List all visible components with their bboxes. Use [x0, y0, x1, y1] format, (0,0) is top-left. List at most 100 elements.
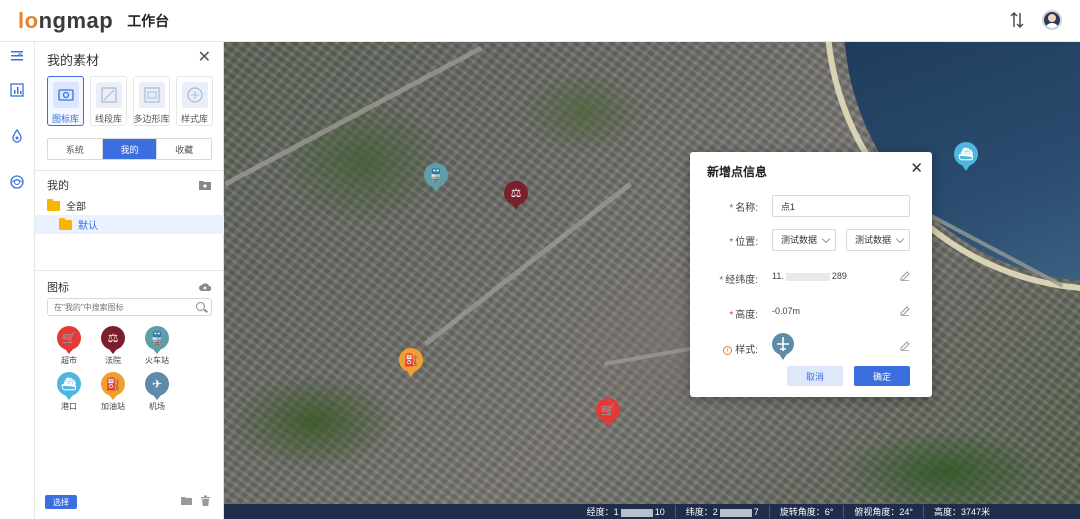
shopping-cart-icon: 🛒 [57, 326, 81, 354]
longmap-logo[interactable]: lo ngmap [18, 8, 113, 34]
add-point-dialog: 新增点信息 ✕ *名称: *位置: 测试数据 测试数据 *经纬度: 11.289… [690, 152, 932, 397]
layers-menu-icon[interactable] [9, 48, 25, 64]
lnglat-value: 11. 289 [772, 271, 847, 281]
gas-pump-icon: ⛽ [101, 372, 125, 400]
trash-icon[interactable] [200, 495, 211, 506]
icon-item-port[interactable]: ⛴ 港口 [47, 372, 91, 412]
globe-icon[interactable] [9, 174, 25, 190]
icon-item-train-station[interactable]: 🚆 火车站 [135, 326, 179, 366]
redacted-value [620, 508, 653, 517]
tile-icon-library[interactable]: 图标库 [47, 76, 84, 126]
user-avatar[interactable] [1042, 10, 1062, 30]
line-library-icon [95, 82, 122, 108]
position-label: * 位置: [729, 237, 758, 248]
altitude-row: * 高度: -0.07m [690, 302, 932, 324]
tile-label: 线段库 [94, 114, 122, 124]
icon-grid: 🛒 超市 ⚖ 法院 🚆 火车站 ⛴ 港口 ⛽ 加油站 ✈ 机场 [47, 326, 217, 412]
edit-style-icon[interactable] [900, 340, 910, 351]
icon-label: 火车站 [145, 356, 169, 365]
name-label: * 名称: [729, 203, 758, 214]
airplane-icon: ✈ [145, 372, 169, 400]
divider [35, 170, 224, 171]
segment-system[interactable]: 系统 [48, 139, 103, 159]
tree-item-all[interactable]: 全部 [35, 196, 224, 215]
icon-item-airport[interactable]: ✈ 机场 [135, 372, 179, 412]
folder-icon[interactable] [181, 495, 192, 506]
segment-favorites[interactable]: 收藏 [157, 139, 211, 159]
redacted-value [719, 508, 752, 517]
name-row: * 名称: [690, 195, 932, 217]
folder-tree: 全部 默认 [35, 196, 224, 234]
tile-label: 多边形库 [133, 114, 170, 124]
latitude-readout: 纬度：2 7 [674, 505, 769, 518]
chart-icon[interactable] [9, 82, 25, 98]
select-button[interactable]: 选择 [45, 495, 77, 509]
icon-item-court[interactable]: ⚖ 法院 [91, 326, 135, 366]
tile-line-library[interactable]: 线段库 [90, 76, 127, 126]
location-drop-icon[interactable] [9, 128, 25, 144]
style-row: i 样式: [690, 333, 932, 360]
icon-item-gas-station[interactable]: ⛽ 加油站 [91, 372, 135, 412]
name-input[interactable] [772, 195, 910, 217]
cancel-button[interactable]: 取消 [787, 366, 843, 386]
tile-style-library[interactable]: 样式库 [176, 76, 213, 126]
add-folder-icon[interactable] [199, 179, 211, 190]
tree-item-default[interactable]: 默认 [35, 215, 224, 234]
height-readout: 高度：3747米 [922, 505, 1000, 518]
rotation-readout: 旋转角度：6° [768, 505, 844, 518]
my-section-title: 我的 [47, 180, 69, 192]
tile-label: 图标库 [51, 114, 79, 124]
close-dialog-icon[interactable]: ✕ [910, 159, 923, 177]
train-icon: 🚆 [145, 326, 169, 354]
ship-icon: ⛴ [57, 372, 81, 400]
icon-label: 机场 [149, 402, 165, 411]
icon-label: 法院 [105, 356, 121, 365]
panel-title: 我的素材 [47, 53, 100, 68]
close-panel-icon[interactable]: ✕ [198, 47, 211, 67]
lnglat-label: * 经纬度: [719, 275, 758, 286]
confirm-button[interactable]: 确定 [854, 366, 910, 386]
position-select-1[interactable]: 测试数据 [772, 229, 836, 251]
position-select-2[interactable]: 测试数据 [846, 229, 910, 251]
icon-label: 超市 [61, 356, 77, 365]
lnglat-row: * 经纬度: 11. 289 [690, 267, 932, 289]
style-label: i 样式: [723, 341, 758, 356]
edit-lnglat-icon[interactable] [900, 270, 910, 281]
top-bar: lo ngmap 工作台 [0, 0, 1080, 42]
style-library-icon [181, 82, 208, 108]
pitch-readout: 俯视角度：24° [843, 505, 923, 518]
tree-item-label: 默认 [78, 221, 98, 232]
dialog-title: 新增点信息 [707, 165, 768, 179]
redacted-value [785, 272, 830, 281]
folder-icon [47, 198, 60, 211]
map-status-bar: 经度：1 10 纬度：2 7 旋转角度：6° 俯视角度：24° 高度：3747米 [224, 504, 1080, 519]
polygon-library-icon [138, 82, 165, 108]
court-icon: ⚖ [101, 326, 125, 354]
sort-icon[interactable] [1010, 10, 1024, 30]
divider [35, 270, 224, 271]
icon-search-input[interactable] [47, 298, 212, 316]
airplane-icon[interactable] [772, 333, 794, 360]
info-icon: i [723, 345, 733, 355]
road [424, 181, 632, 346]
longitude-readout: 经度：1 10 [586, 507, 665, 517]
position-row: * 位置: 测试数据 测试数据 [690, 229, 932, 251]
left-icon-rail [0, 42, 35, 519]
icon-label: 港口 [61, 402, 77, 411]
tree-item-label: 全部 [66, 202, 86, 213]
altitude-value: -0.07m [772, 306, 801, 316]
source-segmented-control: 系统 我的 收藏 [47, 138, 212, 160]
icon-item-supermarket[interactable]: 🛒 超市 [47, 326, 91, 366]
supermarket-marker[interactable]: 🛒 [596, 398, 620, 427]
segment-mine[interactable]: 我的 [102, 139, 158, 159]
train-station-marker[interactable]: 🚆 [424, 163, 448, 192]
port-marker[interactable]: ⛴ [954, 142, 978, 171]
upload-cloud-icon[interactable] [199, 281, 212, 291]
tile-label: 样式库 [180, 114, 208, 124]
court-marker[interactable]: ⚖ [504, 181, 528, 210]
search-icon[interactable] [196, 302, 205, 311]
edit-altitude-icon[interactable] [900, 305, 910, 316]
satellite-map[interactable]: 🚆 ⚖ ⛴ ⛽ 🛒 [224, 42, 1080, 504]
tile-polygon-library[interactable]: 多边形库 [133, 76, 170, 126]
gas-station-marker[interactable]: ⛽ [399, 348, 423, 377]
